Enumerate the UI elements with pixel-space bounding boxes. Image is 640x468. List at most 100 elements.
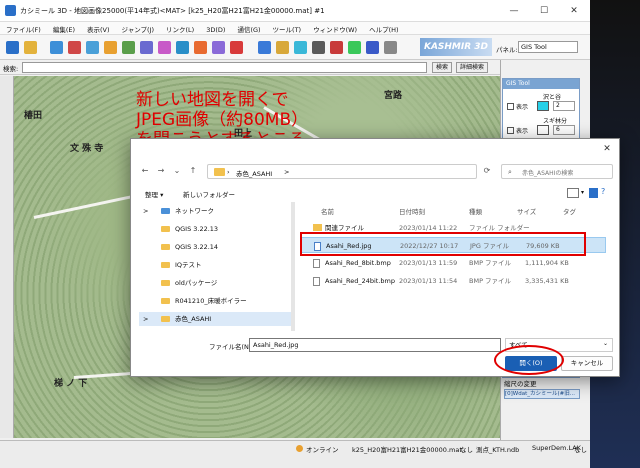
dialog-search-input[interactable]: ⌕ 赤色_ASAHIの検索 xyxy=(501,164,613,179)
tool-icon-4[interactable] xyxy=(104,41,117,54)
tool-icon-15[interactable] xyxy=(312,41,325,54)
layer-checkbox[interactable] xyxy=(507,103,514,110)
search-button[interactable]: 検索 xyxy=(432,62,453,73)
tree-item[interactable]: oldパッケージ xyxy=(139,276,291,290)
annotation-line: JPEG画像（約80MB） xyxy=(136,110,309,130)
tree-item-label: R041210_床暖ボイラー xyxy=(175,297,247,305)
folder-icon xyxy=(161,244,170,250)
file-date: 2023/01/13 11:59 xyxy=(399,259,458,267)
tool-icon-19[interactable] xyxy=(384,41,397,54)
tree-item-network[interactable]: > ネットワーク xyxy=(139,204,291,218)
chevron-down-icon[interactable]: ⌄ xyxy=(603,340,608,347)
tool-icon-6[interactable] xyxy=(140,41,153,54)
tree-item[interactable]: QGIS 3.22.13 xyxy=(139,222,291,236)
layer-color-swatch[interactable] xyxy=(537,125,549,135)
status-bar: オンライン k25_H20富H21富H21金00000.mat なし 測点_KT… xyxy=(0,440,590,468)
layer-width-select[interactable]: 6 xyxy=(553,125,575,135)
title-bar: カシミール 3D - 地図画像25000(平14年式)<MAT> [k25_H2… xyxy=(0,0,590,22)
tool-icon-14[interactable] xyxy=(294,41,307,54)
chevron-right-icon[interactable]: > xyxy=(143,204,148,218)
tool-icon-13[interactable] xyxy=(276,41,289,54)
tool-icon-16[interactable] xyxy=(330,41,343,54)
layer-checkbox[interactable] xyxy=(507,127,514,134)
menu-jump[interactable]: ジャンプ(J) xyxy=(116,22,160,36)
breadcrumb-folder[interactable]: 赤色_ASAHI xyxy=(236,168,272,178)
layer-name: スギ林分 xyxy=(543,118,568,125)
status-none: なし xyxy=(574,446,587,454)
refresh-icon[interactable]: ⟳ xyxy=(481,165,493,177)
menu-file[interactable]: ファイル(F) xyxy=(0,22,47,36)
menu-help[interactable]: ヘルプ(H) xyxy=(363,22,404,36)
column-header-name[interactable]: 名前 xyxy=(321,206,334,216)
chevron-down-icon[interactable]: ⌄ xyxy=(171,165,183,177)
file-row[interactable]: Asahi_Red_8bit.bmp 2023/01/13 11:59 BMP … xyxy=(301,255,606,271)
panel-select[interactable]: GIS Tool xyxy=(518,41,578,53)
search-input[interactable] xyxy=(22,62,427,73)
open-icon[interactable] xyxy=(24,41,37,54)
menu-edit[interactable]: 編集(E) xyxy=(47,22,81,36)
layer-show-label: 表示 xyxy=(516,104,529,111)
tool-icon-17[interactable] xyxy=(348,41,361,54)
chevron-down-icon[interactable]: ▾ xyxy=(581,189,584,196)
close-button[interactable]: ✕ xyxy=(560,3,588,19)
layer-show-label: 表示 xyxy=(516,128,529,135)
file-row[interactable]: Asahi_Red_24bit.bmp 2023/01/13 11:54 BMP… xyxy=(301,273,606,289)
tool-icon-1[interactable] xyxy=(50,41,63,54)
chevron-right-icon[interactable]: > xyxy=(143,312,148,326)
menu-link[interactable]: リンク(L) xyxy=(160,22,200,36)
maximize-button[interactable]: ☐ xyxy=(530,3,558,19)
open-file-dialog: ✕ ← → ⌄ ↑ › 赤色_ASAHI > ⟳ ⌕ 赤色_ASAHIの検索 整… xyxy=(130,138,620,377)
tool-icon-9[interactable] xyxy=(194,41,207,54)
scale-change-item[interactable]: [0]Wdat_カシミール(#旧... xyxy=(504,389,580,399)
tree-item-label: QGIS 3.22.13 xyxy=(175,225,219,233)
file-list: 名前 日付時刻 種類 サイズ タグ 関連ファイル 2023/01/14 11:2… xyxy=(301,202,613,331)
tree-item[interactable]: R041210_床暖ボイラー xyxy=(139,294,291,308)
tree-scrollbar[interactable] xyxy=(291,202,295,331)
highlight-box xyxy=(300,232,586,256)
brand-logo: KASHMIR 3D xyxy=(420,38,492,56)
column-header-date[interactable]: 日付時刻 xyxy=(399,206,425,216)
new-map-icon[interactable] xyxy=(6,41,19,54)
up-icon[interactable]: ↑ xyxy=(187,165,199,177)
file-type: BMP ファイル xyxy=(469,277,512,285)
tool-icon-18[interactable] xyxy=(366,41,379,54)
tool-icon-8[interactable] xyxy=(176,41,189,54)
filename-input[interactable]: Asahi_Red.jpg xyxy=(249,338,501,352)
minimize-button[interactable]: — xyxy=(500,3,528,19)
tree-item-selected[interactable]: > 赤色_ASAHI xyxy=(139,312,291,326)
tool-icon-7[interactable] xyxy=(158,41,171,54)
layer-width-select[interactable]: 2 xyxy=(553,101,575,111)
file-size: 3,335,431 KB xyxy=(525,277,569,285)
tool-icon-5[interactable] xyxy=(122,41,135,54)
column-header-tags[interactable]: タグ xyxy=(563,206,576,216)
menu-tools[interactable]: ツール(T) xyxy=(267,22,308,36)
forward-icon[interactable]: → xyxy=(155,165,167,177)
tree-item[interactable]: IQテスト xyxy=(139,258,291,272)
tool-icon-11[interactable] xyxy=(230,41,243,54)
cancel-button[interactable]: キャンセル xyxy=(561,356,613,371)
tool-icon-2[interactable] xyxy=(68,41,81,54)
tool-icon-12[interactable] xyxy=(258,41,271,54)
detail-search-button[interactable]: 詳細検索 xyxy=(456,62,489,73)
help-icon[interactable]: ? xyxy=(601,187,605,196)
dialog-close-button[interactable]: ✕ xyxy=(599,142,615,156)
column-header-size[interactable]: サイズ xyxy=(517,206,536,216)
panel-label: パネル: xyxy=(496,46,518,54)
tree-item[interactable]: QGIS 3.22.14 xyxy=(139,240,291,254)
tool-icon-3[interactable] xyxy=(86,41,99,54)
menu-comm[interactable]: 通信(G) xyxy=(231,22,266,36)
back-icon[interactable]: ← xyxy=(139,165,151,177)
organize-button[interactable]: 整理 ▾ xyxy=(145,189,163,199)
view-icon[interactable] xyxy=(567,188,579,198)
tree-item-label: ネットワーク xyxy=(175,207,214,215)
menu-window[interactable]: ウィンドウ(W) xyxy=(307,22,363,36)
column-header-type[interactable]: 種類 xyxy=(469,206,482,216)
layer-color-swatch[interactable] xyxy=(537,101,549,111)
new-folder-button[interactable]: 新しいフォルダー xyxy=(183,189,235,199)
preview-pane-icon[interactable] xyxy=(589,188,598,198)
highlight-circle xyxy=(494,345,564,375)
tree-item-label: QGIS 3.22.14 xyxy=(175,243,219,251)
tool-icon-10[interactable] xyxy=(212,41,225,54)
menu-view[interactable]: 表示(V) xyxy=(81,22,116,36)
address-bar[interactable]: › 赤色_ASAHI > xyxy=(207,164,477,179)
